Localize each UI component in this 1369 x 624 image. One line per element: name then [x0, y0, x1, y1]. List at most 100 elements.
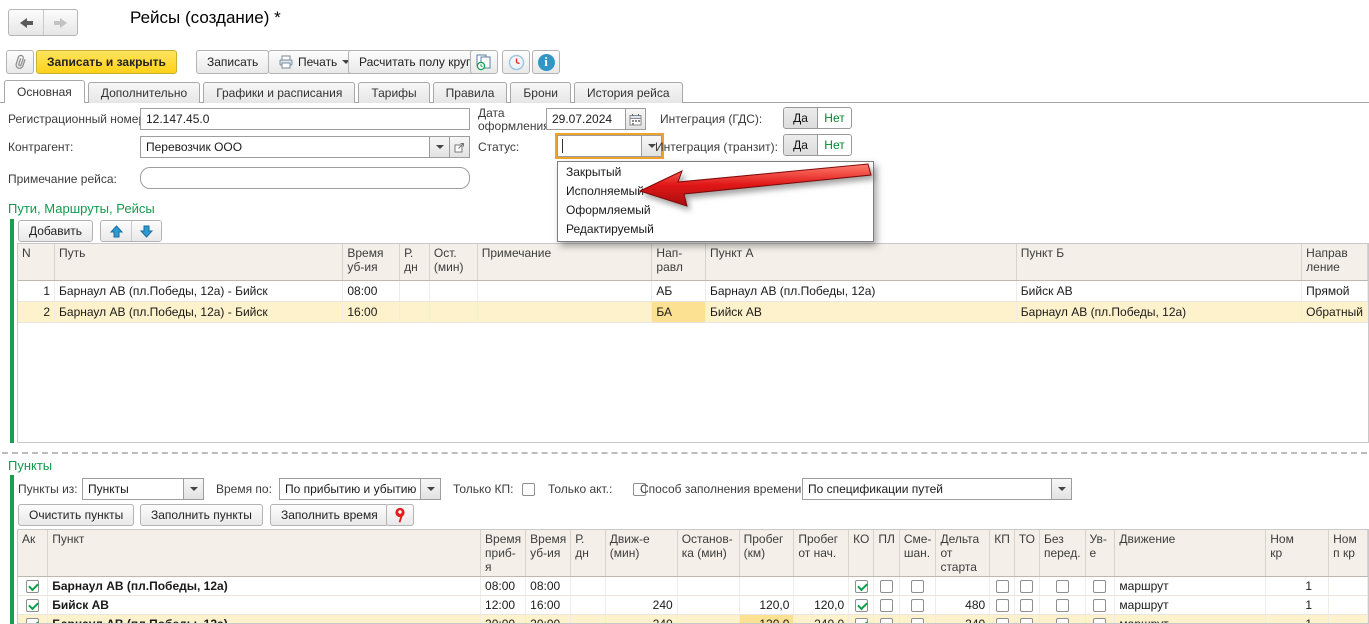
- col-header-path: Путь: [55, 244, 343, 280]
- cell-movement: маршрут: [1115, 596, 1266, 615]
- report-button[interactable]: [470, 50, 498, 74]
- time-by-select[interactable]: По прибытию и убытию: [279, 478, 441, 500]
- back-button[interactable]: [9, 10, 43, 35]
- status-option-redaktiruemy[interactable]: Редактируемый: [558, 220, 873, 239]
- cell-kp: [990, 577, 1015, 596]
- trip-note-label: Примечание рейса:: [8, 169, 117, 189]
- contractor-input[interactable]: Перевозчик ООО: [140, 136, 470, 158]
- active-checkbox[interactable]: [26, 580, 39, 593]
- cell-point: Барнаул АВ (пл.Победы, 12а): [48, 615, 481, 624]
- mixed-checkbox[interactable]: [911, 618, 924, 624]
- trip-note-input[interactable]: [140, 167, 470, 189]
- ko-checkbox[interactable]: [855, 580, 868, 593]
- cell-dir-selected: БА: [652, 301, 706, 322]
- map-pin-button[interactable]: [386, 504, 414, 526]
- chevron-down-icon: [427, 487, 435, 495]
- point-row-2[interactable]: Бийск АВ 12:00 16:00 240 120,0 120,0 480: [18, 596, 1368, 615]
- kp-checkbox[interactable]: [996, 599, 1009, 612]
- mixed-checkbox[interactable]: [911, 580, 924, 593]
- cell-point-a: Барнаул АВ (пл.Победы, 12а): [705, 280, 1016, 301]
- points-from-dropdown-button[interactable]: [183, 479, 203, 499]
- date-input[interactable]: 29.07.2024: [546, 108, 646, 130]
- clear-points-button[interactable]: Очистить пункты: [18, 504, 134, 526]
- to-checkbox[interactable]: [1020, 618, 1033, 624]
- cell-point: Барнаул АВ (пл.Победы, 12а): [48, 577, 481, 596]
- save-close-button[interactable]: Записать и закрыть: [36, 50, 177, 74]
- route-row-1[interactable]: 1 Барнаул АВ (пл.Победы, 12а) - Бийск 08…: [18, 280, 1368, 301]
- contractor-dropdown-button[interactable]: [429, 137, 449, 157]
- kp-checkbox[interactable]: [996, 580, 1009, 593]
- contractor-open-button[interactable]: [449, 137, 469, 157]
- tab-tarify[interactable]: Тарифы: [358, 82, 429, 103]
- only-kp-label: Только КП:: [453, 478, 513, 500]
- attach-button[interactable]: [6, 50, 34, 74]
- fill-time-button[interactable]: Заполнить время: [270, 504, 389, 526]
- pl-checkbox[interactable]: [880, 599, 893, 612]
- time-by-dropdown-button[interactable]: [420, 479, 440, 499]
- save-button[interactable]: Записать: [196, 50, 269, 74]
- col-header-mixed: Сме- шан.: [899, 530, 936, 577]
- tab-pravila[interactable]: Правила: [433, 82, 508, 103]
- fill-method-dropdown-button[interactable]: [1051, 479, 1071, 499]
- tab-osnovnaya[interactable]: Основная: [4, 80, 85, 103]
- move-up-button[interactable]: [101, 221, 131, 241]
- reg-number-input[interactable]: 12.147.45.0: [140, 108, 470, 130]
- points-from-select[interactable]: Пункты: [82, 478, 204, 500]
- calendar-icon: [629, 113, 642, 126]
- no-transfer-checkbox[interactable]: [1056, 580, 1069, 593]
- cell-rdn: [571, 596, 606, 615]
- annotation-arrow-icon: [600, 150, 890, 220]
- section-splitter[interactable]: [2, 452, 1367, 454]
- cell-rdn: [400, 301, 430, 322]
- cell-pl: [874, 615, 900, 624]
- only-kp-checkbox[interactable]: [522, 483, 535, 496]
- move-down-button[interactable]: [131, 221, 161, 241]
- tab-dopolnitelno[interactable]: Дополнительно: [88, 82, 200, 103]
- cell-path: Барнаул АВ (пл.Победы, 12а) - Бийск: [55, 280, 343, 301]
- calendar-button[interactable]: [625, 109, 645, 129]
- info-button[interactable]: [532, 50, 560, 74]
- active-checkbox[interactable]: [26, 618, 39, 624]
- point-row-3[interactable]: Барнаул АВ (пл.Победы, 12а) 20:00 20:00 …: [18, 615, 1368, 624]
- uv-checkbox[interactable]: [1093, 580, 1106, 593]
- move-row-group: [100, 220, 162, 242]
- fill-points-button[interactable]: Заполнить пункты: [140, 504, 263, 526]
- uv-checkbox[interactable]: [1093, 599, 1106, 612]
- col-header-no-transfer: Без перед.: [1039, 530, 1085, 577]
- pl-checkbox[interactable]: [880, 580, 893, 593]
- col-header-delta: Дельта от старта: [936, 530, 990, 577]
- forward-button[interactable]: [43, 10, 77, 35]
- tab-broni[interactable]: Брони: [510, 82, 571, 103]
- cell-point: Бийск АВ: [48, 596, 481, 615]
- cell-pl: [874, 577, 900, 596]
- print-label: Печать: [298, 55, 337, 69]
- col-header-to: ТО: [1014, 530, 1039, 577]
- pl-checkbox[interactable]: [880, 618, 893, 624]
- no-transfer-checkbox[interactable]: [1056, 599, 1069, 612]
- document-clock-icon: [475, 54, 493, 71]
- to-checkbox[interactable]: [1020, 580, 1033, 593]
- fill-method-select[interactable]: По спецификации путей: [802, 478, 1072, 500]
- tab-istoriya[interactable]: История рейса: [574, 82, 683, 103]
- col-header-point-b: Пункт Б: [1016, 244, 1301, 280]
- no-transfer-checkbox[interactable]: [1056, 618, 1069, 624]
- kp-checkbox[interactable]: [996, 618, 1009, 624]
- active-checkbox[interactable]: [26, 599, 39, 612]
- mixed-checkbox[interactable]: [911, 599, 924, 612]
- cell-uv: [1085, 596, 1115, 615]
- gds-yes-button[interactable]: Да: [784, 108, 818, 128]
- contractor-value: Перевозчик ООО: [141, 137, 429, 157]
- ko-checkbox[interactable]: [855, 599, 868, 612]
- point-row-1[interactable]: Барнаул АВ (пл.Победы, 12а) 08:00 08:00: [18, 577, 1368, 596]
- to-checkbox[interactable]: [1020, 599, 1033, 612]
- cell-n: 2: [18, 301, 55, 322]
- add-route-button[interactable]: Добавить: [18, 220, 93, 242]
- calc-half-circles-button[interactable]: Расчитать полу круги: [348, 50, 488, 74]
- ko-checkbox[interactable]: [855, 618, 868, 624]
- cell-stop: [677, 577, 739, 596]
- uv-checkbox[interactable]: [1093, 618, 1106, 624]
- gds-no-button[interactable]: Нет: [818, 108, 851, 128]
- tab-grafiki[interactable]: Графики и расписания: [203, 82, 355, 103]
- route-row-2[interactable]: 2 Барнаул АВ (пл.Победы, 12а) - Бийск 16…: [18, 301, 1368, 322]
- clock-button[interactable]: [502, 50, 530, 74]
